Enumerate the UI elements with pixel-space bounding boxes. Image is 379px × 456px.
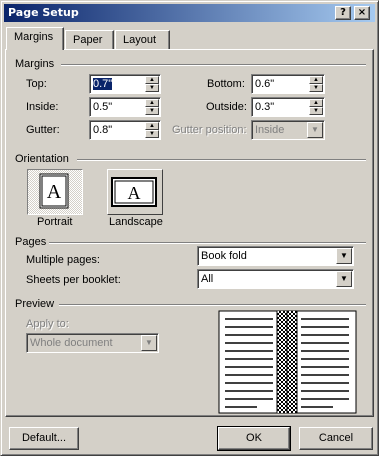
portrait-page-icon: A bbox=[39, 173, 69, 209]
spin-down-icon[interactable]: ▼ bbox=[145, 130, 159, 138]
inside-margin-spinner[interactable]: 0.5" ▲ ▼ bbox=[89, 97, 161, 117]
window-title: Page Setup bbox=[8, 6, 79, 19]
gutter-position-label: Gutter position: bbox=[172, 124, 247, 136]
svg-text:A: A bbox=[128, 183, 141, 203]
outside-margin-spinner[interactable]: 0.3" ▲ ▼ bbox=[251, 97, 325, 117]
top-margin-value: 0.7" bbox=[93, 78, 113, 90]
chevron-down-icon[interactable]: ▼ bbox=[336, 248, 352, 264]
gutter-spinner[interactable]: 0.8" ▲ ▼ bbox=[89, 120, 161, 140]
tab-paper[interactable]: Paper bbox=[65, 30, 114, 50]
title-bar: Page Setup ? × bbox=[4, 4, 375, 22]
spin-down-icon[interactable]: ▼ bbox=[309, 84, 323, 92]
multiple-pages-select[interactable]: Book fold ▼ bbox=[197, 246, 354, 266]
apply-to-label: Apply to: bbox=[26, 318, 69, 330]
close-button[interactable]: × bbox=[354, 6, 370, 20]
landscape-button[interactable]: A bbox=[107, 169, 163, 215]
chevron-down-icon[interactable]: ▼ bbox=[307, 122, 323, 138]
book-fold-preview bbox=[218, 310, 357, 414]
spin-up-icon[interactable]: ▲ bbox=[145, 122, 159, 130]
top-margin-label: Top: bbox=[26, 78, 47, 90]
apply-to-select[interactable]: Whole document ▼ bbox=[26, 333, 159, 353]
chevron-down-icon[interactable]: ▼ bbox=[336, 271, 352, 287]
preview-group-label: Preview bbox=[15, 298, 55, 310]
outside-margin-label: Outside: bbox=[206, 101, 247, 113]
help-button[interactable]: ? bbox=[335, 6, 351, 20]
gutter-label: Gutter: bbox=[26, 124, 60, 136]
spin-up-icon[interactable]: ▲ bbox=[309, 76, 323, 84]
ok-button[interactable]: OK bbox=[217, 426, 291, 451]
spin-down-icon[interactable]: ▼ bbox=[145, 107, 159, 115]
orientation-group-label: Orientation bbox=[15, 153, 69, 165]
top-margin-spinner[interactable]: 0.7" ▲ ▼ bbox=[89, 74, 161, 94]
landscape-label: Landscape bbox=[109, 216, 163, 228]
preview-group-divider bbox=[59, 304, 366, 306]
tab-layout-label: Layout bbox=[123, 34, 157, 46]
spin-up-icon[interactable]: ▲ bbox=[145, 76, 159, 84]
tab-layout[interactable]: Layout bbox=[115, 30, 170, 50]
default-button[interactable]: Default... bbox=[9, 427, 79, 450]
gutter-position-value: Inside bbox=[255, 124, 285, 136]
sheets-per-booklet-select[interactable]: All ▼ bbox=[197, 269, 354, 289]
margins-group-divider bbox=[61, 64, 366, 66]
inside-margin-value: 0.5" bbox=[93, 101, 113, 113]
gutter-value: 0.8" bbox=[93, 124, 113, 136]
inside-margin-label: Inside: bbox=[26, 101, 59, 113]
gutter-position-select[interactable]: Inside ▼ bbox=[251, 120, 325, 140]
tab-margins[interactable]: Margins bbox=[6, 27, 64, 50]
cancel-button[interactable]: Cancel bbox=[299, 427, 373, 450]
svg-text:A: A bbox=[47, 181, 62, 203]
spin-up-icon[interactable]: ▲ bbox=[145, 99, 159, 107]
sheets-per-booklet-label: Sheets per booklet: bbox=[26, 274, 121, 286]
portrait-label: Portrait bbox=[37, 216, 73, 228]
tab-margins-label: Margins bbox=[14, 31, 54, 43]
apply-to-value: Whole document bbox=[30, 337, 113, 349]
chevron-down-icon[interactable]: ▼ bbox=[141, 335, 157, 351]
spin-up-icon[interactable]: ▲ bbox=[309, 99, 323, 107]
orientation-group-divider bbox=[77, 159, 366, 161]
pages-group-label: Pages bbox=[15, 236, 47, 248]
bottom-margin-spinner[interactable]: 0.6" ▲ ▼ bbox=[251, 74, 325, 94]
bottom-margin-value: 0.6" bbox=[255, 78, 275, 90]
spin-down-icon[interactable]: ▼ bbox=[145, 84, 159, 92]
multiple-pages-label: Multiple pages: bbox=[26, 254, 100, 266]
tab-paper-label: Paper bbox=[73, 34, 103, 46]
margins-group-label: Margins bbox=[15, 58, 55, 70]
multiple-pages-value: Book fold bbox=[201, 250, 247, 262]
sheets-per-booklet-value: All bbox=[201, 273, 214, 285]
page-setup-dialog: Page Setup ? × Margins Paper Layout Marg… bbox=[0, 0, 379, 456]
bottom-margin-label: Bottom: bbox=[207, 78, 245, 90]
spin-down-icon[interactable]: ▼ bbox=[309, 107, 323, 115]
landscape-page-icon: A bbox=[111, 177, 157, 207]
portrait-button[interactable]: A bbox=[27, 169, 83, 215]
pages-group-divider bbox=[49, 242, 366, 244]
outside-margin-value: 0.3" bbox=[255, 101, 275, 113]
